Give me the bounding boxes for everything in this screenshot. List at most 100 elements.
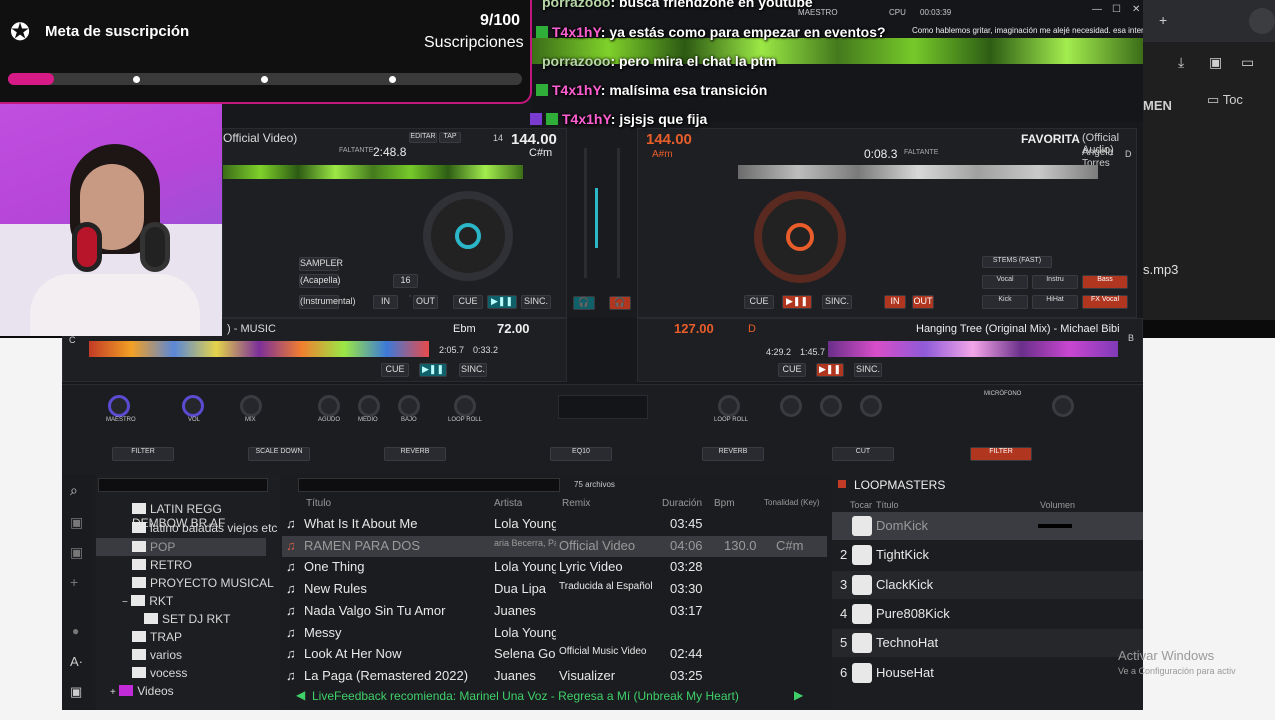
volume-bar[interactable] bbox=[1038, 524, 1072, 528]
col-key[interactable]: Tonalidad (Key) bbox=[764, 498, 820, 507]
deck-a-in-button[interactable]: IN bbox=[373, 295, 398, 309]
track-search-input[interactable] bbox=[298, 478, 560, 492]
drum-icon[interactable] bbox=[852, 603, 872, 624]
stem-vocal[interactable]: Vocal bbox=[982, 275, 1028, 289]
next-icon[interactable]: ▶ bbox=[794, 688, 803, 702]
table-row[interactable]: ♫ One Thing Lola Young Lyric Video 03:28 bbox=[282, 557, 827, 578]
vol-knob[interactable] bbox=[182, 395, 204, 417]
deck-d-sync-button[interactable]: SINC. bbox=[854, 363, 882, 377]
fx-reverb-a[interactable]: REVERB bbox=[384, 447, 446, 461]
deck-b-play-button[interactable]: ▶❚❚ bbox=[782, 295, 812, 309]
loop-item[interactable]: DomKick bbox=[832, 512, 1143, 540]
deck-a-play-button[interactable]: ▶❚❚ bbox=[487, 295, 517, 309]
new-tab-icon[interactable]: + bbox=[1159, 12, 1167, 28]
loop-item[interactable]: 3 ClackKick bbox=[832, 570, 1143, 599]
bajo-a-knob[interactable] bbox=[398, 395, 420, 417]
camera-icon[interactable]: ▣ bbox=[70, 544, 83, 561]
headphone-a-icon[interactable]: 🎧 bbox=[573, 296, 595, 310]
deck-a-sync-button[interactable]: SINC. bbox=[521, 295, 551, 309]
folder-item[interactable]: PROYECTO MUSICAL bbox=[132, 576, 274, 590]
fx-filter-b[interactable]: FILTER bbox=[970, 447, 1032, 461]
sidebar-icon[interactable]: ▣ bbox=[1209, 54, 1222, 71]
bajo-b-knob[interactable] bbox=[860, 395, 882, 417]
channel-fader-b[interactable] bbox=[617, 148, 620, 278]
fx-eq10[interactable]: EQ10 bbox=[550, 447, 612, 461]
table-row[interactable]: ♫ RAMEN PARA DOS aria Becerra, Pa Official … bbox=[282, 535, 827, 557]
stem-kick[interactable]: Kick bbox=[982, 295, 1028, 309]
device-icon[interactable]: ▣ bbox=[70, 514, 83, 531]
deck-a-editar[interactable]: EDITAR bbox=[409, 132, 437, 143]
deck-b-sync-button[interactable]: SINC. bbox=[822, 295, 852, 309]
table-row[interactable]: ♫ Messy Lola Young bbox=[282, 623, 827, 644]
folder-item-selected[interactable]: POP bbox=[96, 538, 266, 556]
fx-scale-down[interactable]: SCALE DOWN bbox=[248, 447, 310, 461]
profile-icon[interactable] bbox=[1249, 8, 1275, 34]
deck-c-sync-button[interactable]: SINC. bbox=[459, 363, 487, 377]
deck-a-loop-size[interactable]: 16 bbox=[393, 274, 418, 288]
text-icon[interactable]: A· bbox=[70, 654, 83, 669]
deck-a-cue-button[interactable]: CUE bbox=[453, 295, 483, 309]
expand-icon[interactable]: + bbox=[110, 687, 116, 698]
loop-roll-b-knob[interactable] bbox=[718, 395, 740, 417]
folder-item[interactable]: SET DJ RKT bbox=[144, 612, 230, 626]
folder-item[interactable]: vocess bbox=[132, 666, 187, 680]
deck-a-jogwheel[interactable] bbox=[423, 191, 513, 281]
agudo-a-knob[interactable] bbox=[318, 395, 340, 417]
folder-search-input[interactable] bbox=[98, 478, 268, 492]
folder-item[interactable]: + Videos bbox=[110, 684, 174, 698]
agudo-b-knob[interactable] bbox=[780, 395, 802, 417]
deck-a-stem-instrumental[interactable]: (Instrumental) bbox=[299, 295, 356, 309]
table-row[interactable]: ♫ What Is It About Me Lola Young 03:45 bbox=[282, 514, 827, 535]
deck-a-stem-acapella[interactable]: (Acapella) bbox=[299, 274, 341, 288]
medio-a-knob[interactable] bbox=[358, 395, 380, 417]
stem-hihat[interactable]: HiHat bbox=[1032, 295, 1078, 309]
col-title[interactable]: Título bbox=[306, 498, 331, 509]
drum-icon[interactable] bbox=[852, 545, 872, 566]
col-duration[interactable]: Duración bbox=[662, 498, 702, 509]
hihat-icon[interactable] bbox=[852, 633, 872, 654]
loop-item[interactable]: 4 Pure808Kick bbox=[832, 600, 1143, 628]
deck-b-out-button[interactable]: OUT bbox=[912, 295, 934, 309]
table-row[interactable]: ♫ Look At Her Now Selena GomezOfficial Mus… bbox=[282, 644, 827, 665]
table-row[interactable]: ♫ La Paga (Remastered 2022) Juanes Visualiz… bbox=[282, 666, 827, 687]
prev-icon[interactable]: ◀ bbox=[296, 688, 305, 702]
mic-vol-knob[interactable] bbox=[1052, 395, 1074, 417]
drum-icon[interactable] bbox=[852, 516, 872, 536]
window-icon[interactable]: ▣ bbox=[70, 684, 82, 700]
master-knob[interactable] bbox=[108, 395, 130, 417]
deck-c-cue-button[interactable]: CUE bbox=[381, 363, 409, 377]
fx-filter-a[interactable]: FILTER bbox=[112, 447, 174, 461]
channel-fader-a[interactable] bbox=[584, 148, 587, 278]
folder-item[interactable]: latino baladas viejos etc bbox=[132, 521, 277, 535]
deck-d-cue-button[interactable]: CUE bbox=[778, 363, 806, 377]
table-row[interactable]: ♫ Nada Valgo Sin Tu Amor Juanes 03:17 bbox=[282, 601, 827, 622]
loop-roll-a-knob[interactable] bbox=[454, 395, 476, 417]
record-icon[interactable]: ● bbox=[72, 624, 79, 638]
medio-b-knob[interactable] bbox=[820, 395, 842, 417]
deck-b-jogwheel[interactable] bbox=[754, 191, 846, 283]
fx-reverb-b[interactable]: REVERB bbox=[702, 447, 764, 461]
hihat-icon[interactable] bbox=[852, 662, 872, 683]
deck-a-sampler[interactable]: SAMPLER bbox=[299, 257, 343, 271]
folder-item[interactable]: varios bbox=[132, 648, 182, 662]
headphone-b-icon[interactable]: 🎧 bbox=[609, 296, 631, 310]
stem-fx-vocal[interactable]: FX Vocal bbox=[1082, 295, 1128, 309]
col-remix[interactable]: Remix bbox=[562, 498, 590, 509]
deck-a-out-button[interactable]: OUT bbox=[413, 295, 438, 309]
add-icon[interactable]: + bbox=[70, 574, 78, 590]
collapse-icon[interactable]: − bbox=[122, 597, 128, 608]
fx-cut[interactable]: CUT bbox=[832, 447, 894, 461]
folder-item[interactable]: − RKT bbox=[122, 594, 173, 608]
stem-instru[interactable]: Instru bbox=[1032, 275, 1078, 289]
drum-icon[interactable] bbox=[852, 574, 872, 595]
deck-d-play-button[interactable]: ▶❚❚ bbox=[816, 363, 844, 377]
deck-b-in-button[interactable]: IN bbox=[884, 295, 906, 309]
loop-item[interactable]: 2 TightKick bbox=[832, 541, 1143, 569]
table-row[interactable]: ♫ New Rules Dua Lipa Traducida al Español 03… bbox=[282, 579, 827, 600]
extension-icon[interactable]: ▭ bbox=[1241, 54, 1254, 71]
bookmark-folder[interactable]: ▭ Toc bbox=[1207, 92, 1243, 108]
folder-item[interactable]: RETRO bbox=[132, 558, 192, 572]
loop-item[interactable]: 6 HouseHat bbox=[832, 659, 1143, 687]
folder-item[interactable]: TRAP bbox=[132, 630, 182, 644]
stem-bass[interactable]: Bass bbox=[1082, 275, 1128, 289]
